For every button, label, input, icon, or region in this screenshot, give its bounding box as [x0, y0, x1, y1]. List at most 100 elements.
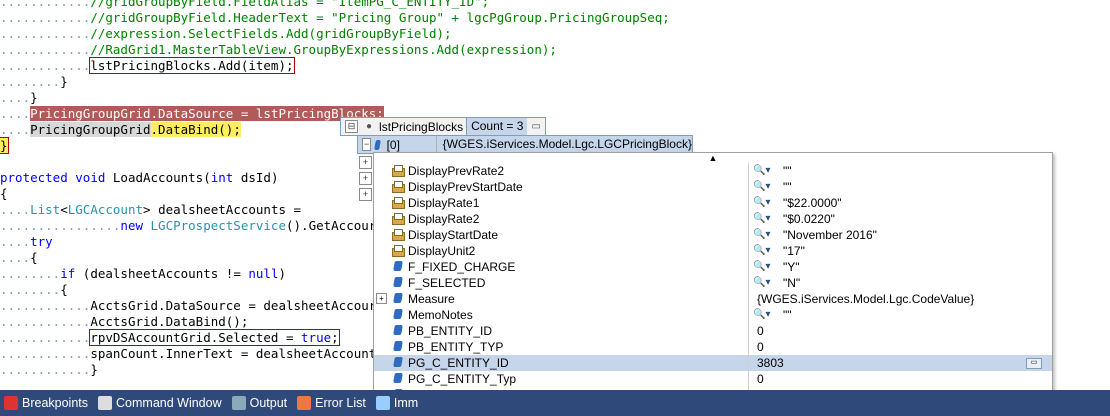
code-keyword: try	[30, 234, 53, 249]
code-line[interactable]: ............spanCount.InnerText = dealsh…	[0, 346, 376, 362]
datatip-property-row[interactable]: DisplayPrevStartDate 🔍▾ ""	[374, 179, 1052, 195]
code-line[interactable]: ....}	[0, 90, 38, 106]
property-value[interactable]: "N"	[783, 275, 1052, 291]
property-value[interactable]: ""	[783, 307, 1052, 323]
code-line[interactable]: ....try	[0, 234, 53, 250]
visualizer-magnifier-icon[interactable]: 🔍▾	[749, 243, 783, 259]
visualizer-magnifier-icon[interactable]: 🔍▾	[749, 195, 783, 211]
property-icon	[388, 179, 408, 195]
datatip-property-row[interactable]: F_SELECTED 🔍▾ "N"	[374, 275, 1052, 291]
property-value[interactable]: "$22.0000"	[783, 195, 1052, 211]
code-token: ;	[331, 330, 339, 345]
collapse-item-icon[interactable]: −	[362, 138, 372, 151]
code-line[interactable]: ............AcctsGrid.DataBind();	[0, 314, 248, 330]
expand-icon[interactable]: +	[376, 293, 387, 304]
code-line[interactable]: }	[0, 137, 9, 154]
visualizer-magnifier-icon[interactable]: 🔍▾	[749, 163, 783, 179]
code-line[interactable]: ........{	[0, 282, 68, 298]
code-line[interactable]: {	[0, 186, 8, 202]
code-comment: //RadGrid1.MasterTableView.GroupByExpres…	[90, 42, 557, 57]
property-value[interactable]: "17"	[783, 243, 1052, 259]
expander	[374, 163, 388, 179]
property-value[interactable]: 0	[757, 371, 1052, 387]
code-line[interactable]: ....PricingGroupGrid.DataBind();	[0, 122, 241, 138]
indent-guide: ....	[0, 122, 31, 137]
tool-tab[interactable]: Error List	[293, 390, 372, 416]
datatip-property-row[interactable]: DisplayRate2 🔍▾ "$0.0220"	[374, 211, 1052, 227]
code-line[interactable]: ....PricingGroupGrid.DataSource = lstPri…	[0, 106, 384, 122]
tool-tab[interactable]: Imm	[372, 390, 424, 416]
property-value[interactable]: "$0.0220"	[783, 211, 1052, 227]
property-name: PB_ENTITY_TYP	[408, 339, 749, 355]
datatip-property-row[interactable]: PG_C_ENTITY_ID 3803 ▭	[374, 355, 1052, 371]
code-line[interactable]: ............}	[0, 362, 98, 378]
code-line[interactable]: ............rpvDSAccountGrid.Selected = …	[0, 329, 340, 346]
code-line[interactable]: ............AcctsGrid.DataSource = deals…	[0, 298, 376, 314]
datatip-property-row[interactable]: PB_ENTITY_ID 0	[374, 323, 1052, 339]
code-line[interactable]: ........}	[0, 74, 68, 90]
datatip-property-row[interactable]: DisplayPrevRate2 🔍▾ ""	[374, 163, 1052, 179]
indent-guide: ....	[0, 250, 31, 265]
code-line[interactable]: ............//expression.SelectFields.Ad…	[0, 26, 452, 42]
property-value[interactable]: "November 2016"	[783, 227, 1052, 243]
property-name: DisplayPrevStartDate	[408, 179, 749, 195]
expand-item-2-icon[interactable]: +	[359, 172, 372, 185]
datatip-property-row[interactable]: MemoNotes 🔍▾ ""	[374, 307, 1052, 323]
property-value[interactable]: 0	[757, 339, 1052, 355]
collapse-icon[interactable]: ⊟	[345, 120, 358, 133]
expand-raw-view-icon[interactable]: +	[359, 188, 372, 201]
tool-tab[interactable]: Command Window	[94, 390, 228, 416]
pin-datatip-icon[interactable]: ▭	[527, 121, 544, 132]
property-value[interactable]: 3803	[757, 355, 1052, 371]
property-value[interactable]: {WGES.iServices.Model.Lgc.CodeValue}	[757, 291, 1052, 307]
datatip-property-row[interactable]: PB_ENTITY_TYP 0	[374, 339, 1052, 355]
property-value[interactable]: ""	[783, 179, 1052, 195]
datatip-header[interactable]: ⊟ ● lstPricingBlocks Count = 3 ▭	[340, 117, 546, 136]
code-token: )	[278, 266, 287, 281]
expander	[374, 371, 388, 387]
visualizer-magnifier-icon[interactable]: 🔍▾	[749, 211, 783, 227]
datatip-properties-panel[interactable]: ▲ DisplayPrevRate2 🔍▾ "" DisplayPrevStartDa…	[373, 152, 1053, 412]
tool-tab[interactable]: Breakpoints	[0, 390, 94, 416]
scroll-up-arrow-icon[interactable]: ▲	[374, 153, 1052, 163]
indent-guide: ........	[0, 282, 61, 297]
datatip-property-row[interactable]: PG_C_ENTITY_Typ 0	[374, 371, 1052, 387]
expander	[374, 275, 388, 291]
code-line[interactable]: ............//gridGroupByField.HeaderTex…	[0, 10, 670, 26]
visualizer-magnifier-icon[interactable]: 🔍▾	[749, 307, 783, 323]
breakpoint-highlight[interactable]: PricingGroupGrid.DataSource = lstPricing…	[30, 106, 384, 121]
code-identifier: ().GetAccour	[286, 218, 377, 233]
visualizer-magnifier-icon[interactable]: 🔍▾	[749, 227, 783, 243]
datatip-property-row[interactable]: DisplayUnit2 🔍▾ "17"	[374, 243, 1052, 259]
property-value[interactable]: 0	[757, 323, 1052, 339]
property-value[interactable]: "Y"	[783, 259, 1052, 275]
code-line[interactable]: protected void LoadAccounts(int dsId)	[0, 170, 278, 186]
indent-guide: ............	[0, 330, 91, 345]
output-icon	[231, 396, 246, 410]
code-line[interactable]: ....{	[0, 250, 38, 266]
code-line[interactable]: ................new LGCProspectService()…	[0, 218, 376, 234]
expand-item-1-icon[interactable]: +	[359, 156, 372, 169]
datatip-property-row[interactable]: + Measure {WGES.iServices.Model.Lgc.CodeVa…	[374, 291, 1052, 307]
visualizer-magnifier-icon[interactable]: 🔍▾	[749, 259, 783, 275]
pin-value-icon[interactable]: ▭	[1026, 358, 1042, 369]
pin-icon[interactable]: ●	[362, 121, 376, 132]
visualizer-magnifier-icon[interactable]: 🔍▾	[749, 179, 783, 195]
datatip-property-row[interactable]: F_FIXED_CHARGE 🔍▾ "Y"	[374, 259, 1052, 275]
code-line[interactable]: ............//RadGrid1.MasterTableView.G…	[0, 42, 557, 58]
property-value[interactable]: ""	[783, 163, 1052, 179]
indent-guide: ........	[0, 266, 61, 281]
tool-tab[interactable]: Output	[228, 390, 294, 416]
code-identifier: (dealsheetAccounts !=	[75, 266, 249, 281]
code-line[interactable]: ........if (dealsheetAccounts != null)	[0, 266, 286, 282]
datatip-property-row[interactable]: DisplayRate1 🔍▾ "$22.0000"	[374, 195, 1052, 211]
expander[interactable]: +	[374, 291, 388, 307]
code-identifier: LoadAccounts(	[105, 170, 211, 185]
visualizer-magnifier-icon[interactable]: 🔍▾	[749, 275, 783, 291]
code-text: {	[60, 282, 68, 297]
property-name: PB_ENTITY_ID	[408, 323, 749, 339]
code-line[interactable]: ....List<LGCAccount> dealsheetAccounts =	[0, 202, 301, 218]
datatip-property-row[interactable]: DisplayStartDate 🔍▾ "November 2016"	[374, 227, 1052, 243]
code-line[interactable]: ............//gridGroupByField.FieldAlia…	[0, 0, 489, 10]
code-line[interactable]: ............lstPricingBlocks.Add(item);	[0, 57, 295, 74]
